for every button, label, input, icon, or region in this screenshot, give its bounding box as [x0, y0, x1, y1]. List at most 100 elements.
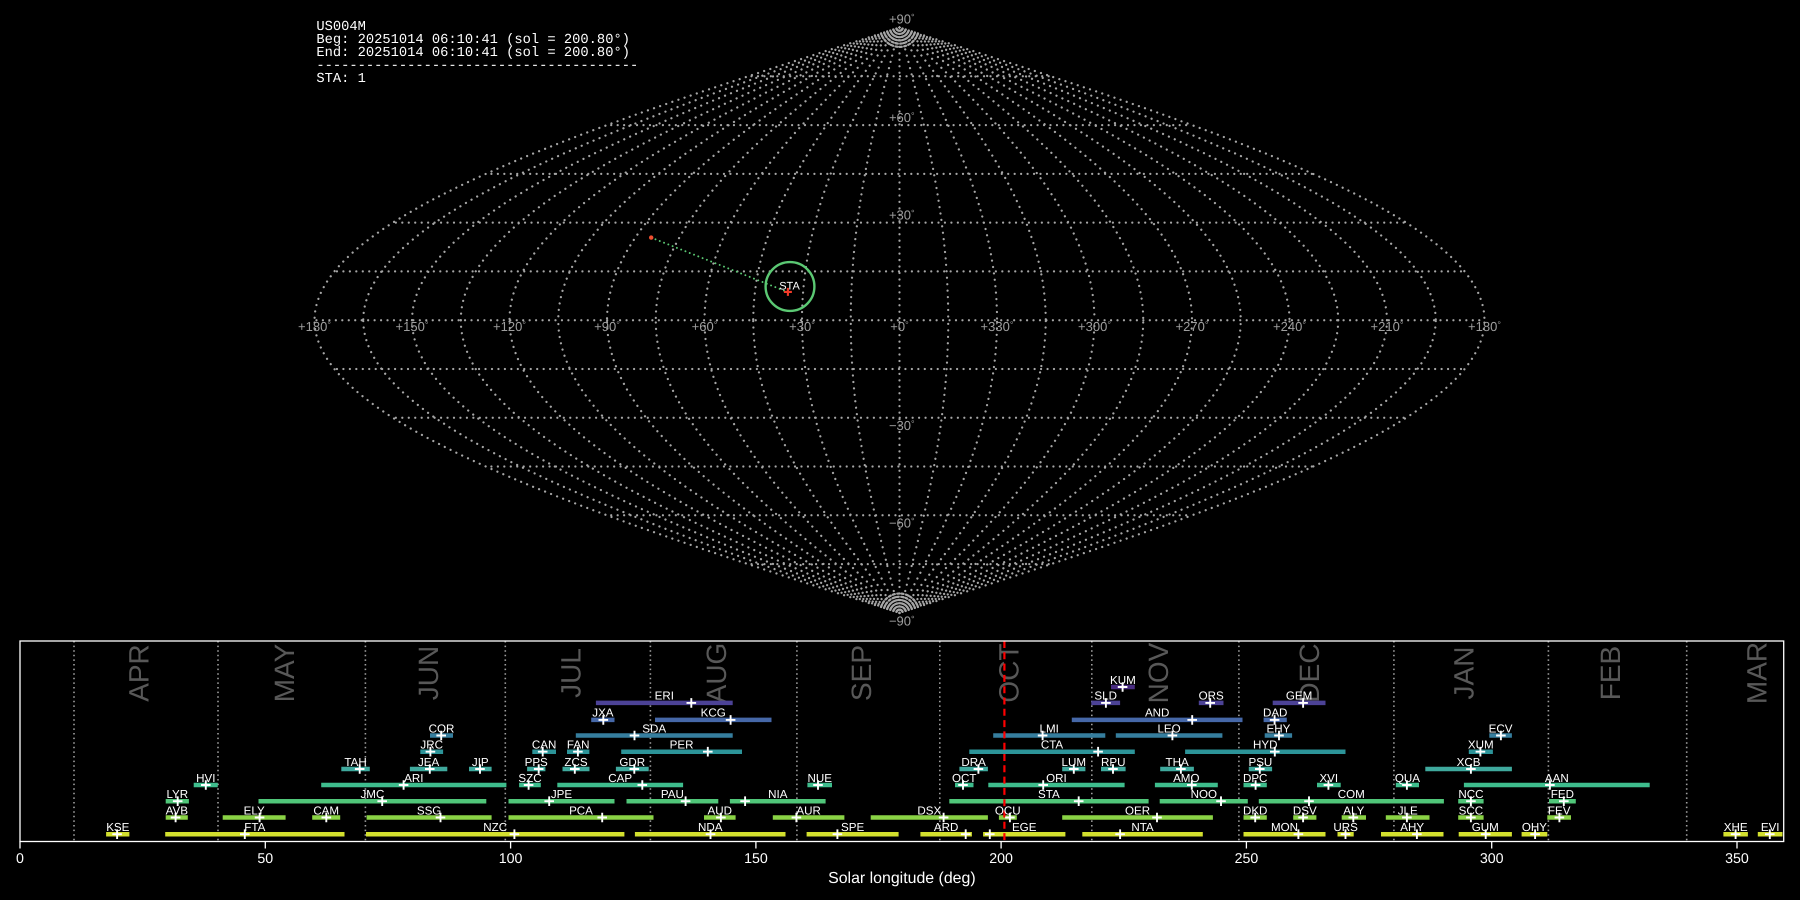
svg-text:AND: AND	[1145, 707, 1169, 720]
svg-text:OCT: OCT	[993, 643, 1024, 702]
svg-text:OER: OER	[1125, 804, 1150, 817]
svg-text:FAN: FAN	[567, 739, 590, 752]
svg-text:NZC: NZC	[483, 821, 507, 834]
svg-text:MON: MON	[1271, 821, 1298, 834]
svg-text:GDR: GDR	[619, 756, 645, 769]
svg-text:SZC: SZC	[518, 772, 541, 785]
svg-text:URS: URS	[1333, 821, 1358, 834]
svg-text:+330°: +330°	[981, 319, 1014, 334]
svg-text:FEV: FEV	[1548, 804, 1571, 817]
svg-text:ZCS: ZCS	[564, 756, 587, 769]
svg-text:100: 100	[499, 851, 523, 867]
svg-text:APR: APR	[124, 644, 155, 702]
svg-text:ERI: ERI	[655, 690, 674, 703]
svg-text:+150°: +150°	[396, 319, 429, 334]
svg-text:NIA: NIA	[768, 788, 788, 801]
svg-text:PPS: PPS	[525, 756, 548, 769]
svg-text:LMI: LMI	[1040, 722, 1059, 735]
svg-text:JLE: JLE	[1398, 804, 1418, 817]
svg-text:XCB: XCB	[1457, 756, 1481, 769]
svg-text:JRC: JRC	[420, 739, 443, 752]
svg-text:150: 150	[744, 851, 768, 867]
svg-text:JMC: JMC	[360, 788, 384, 801]
svg-text:HVI: HVI	[196, 772, 215, 785]
svg-text:ALY: ALY	[1343, 804, 1364, 817]
svg-text:ORS: ORS	[1199, 690, 1224, 703]
svg-text:NTA: NTA	[1131, 821, 1154, 834]
svg-text:QUA: QUA	[1395, 772, 1420, 785]
svg-text:JUN: JUN	[413, 646, 444, 700]
svg-text:NOV: NOV	[1143, 642, 1174, 703]
svg-text:DAD: DAD	[1263, 707, 1287, 720]
svg-text:FEB: FEB	[1595, 646, 1626, 700]
svg-text:LUM: LUM	[1062, 756, 1086, 769]
svg-text:CAN: CAN	[532, 739, 556, 752]
svg-text:SSG: SSG	[417, 804, 441, 817]
svg-text:AVB: AVB	[166, 804, 189, 817]
svg-text:AAN: AAN	[1545, 772, 1569, 785]
svg-text:EGE: EGE	[1012, 821, 1037, 834]
svg-text:PER: PER	[670, 739, 694, 752]
svg-text:ORI: ORI	[1046, 772, 1067, 785]
svg-text:JXA: JXA	[592, 707, 614, 720]
svg-text:KUM: KUM	[1110, 674, 1136, 687]
svg-text:EVI: EVI	[1761, 821, 1780, 834]
svg-text:+240°: +240°	[1273, 319, 1306, 334]
svg-text:MAR: MAR	[1741, 642, 1772, 704]
svg-text:CAM: CAM	[313, 804, 339, 817]
svg-text:300: 300	[1480, 851, 1504, 867]
svg-text:PAU: PAU	[661, 788, 684, 801]
svg-text:+120°: +120°	[493, 319, 526, 334]
svg-text:DSX: DSX	[917, 804, 941, 817]
svg-text:+300°: +300°	[1078, 319, 1111, 334]
svg-text:AHY: AHY	[1400, 821, 1424, 834]
svg-text:LEO: LEO	[1157, 722, 1180, 735]
svg-text:JAN: JAN	[1449, 647, 1480, 700]
svg-text:DSV: DSV	[1293, 804, 1317, 817]
svg-text:XUM: XUM	[1468, 739, 1494, 752]
svg-text:0: 0	[16, 851, 24, 867]
svg-text:CAP: CAP	[608, 772, 632, 785]
svg-text:AUR: AUR	[796, 804, 820, 817]
svg-text:DPC: DPC	[1243, 772, 1267, 785]
svg-text:ECV: ECV	[1489, 722, 1513, 735]
svg-text:+270°: +270°	[1176, 319, 1209, 334]
svg-text:NDA: NDA	[698, 821, 723, 834]
svg-text:+180°: +180°	[298, 319, 331, 334]
svg-text:SLD: SLD	[1094, 690, 1117, 703]
svg-text:+210°: +210°	[1371, 319, 1404, 334]
svg-text:200: 200	[989, 851, 1013, 867]
svg-text:SCC: SCC	[1459, 804, 1483, 817]
svg-text:NOO: NOO	[1191, 788, 1217, 801]
svg-text:OCT: OCT	[952, 772, 976, 785]
svg-text:THA: THA	[1166, 756, 1189, 769]
svg-text:MAY: MAY	[269, 643, 300, 702]
svg-text:350: 350	[1725, 851, 1749, 867]
svg-text:STA: STA	[1038, 788, 1060, 801]
svg-text:GEM: GEM	[1286, 690, 1312, 703]
svg-text:PCA: PCA	[569, 804, 593, 817]
svg-text:AUG: AUG	[701, 643, 732, 704]
svg-text:DRA: DRA	[961, 756, 986, 769]
svg-text:NCC: NCC	[1458, 788, 1483, 801]
svg-text:FTA: FTA	[244, 821, 265, 834]
svg-text:FED: FED	[1551, 788, 1574, 801]
svg-text:COR: COR	[429, 722, 455, 735]
svg-text:Solar longitude (deg): Solar longitude (deg)	[828, 870, 976, 887]
svg-text:JUL: JUL	[555, 648, 586, 698]
svg-text:JIP: JIP	[472, 756, 489, 769]
svg-text:LYR: LYR	[166, 788, 188, 801]
svg-text:250: 250	[1235, 851, 1259, 867]
svg-text:XVI: XVI	[1319, 772, 1338, 785]
svg-text:DKD: DKD	[1243, 804, 1267, 817]
svg-text:SDA: SDA	[642, 722, 666, 735]
svg-text:GUM: GUM	[1472, 821, 1499, 834]
svg-text:OHY: OHY	[1522, 821, 1547, 834]
svg-text:JPE: JPE	[551, 788, 573, 801]
svg-text:ARD: ARD	[934, 821, 958, 834]
svg-text:ELY: ELY	[244, 804, 265, 817]
svg-text:OCU: OCU	[995, 804, 1021, 817]
svg-text:AMO: AMO	[1173, 772, 1199, 785]
svg-text:NUE: NUE	[807, 772, 832, 785]
svg-text:STA: STA	[779, 281, 800, 293]
